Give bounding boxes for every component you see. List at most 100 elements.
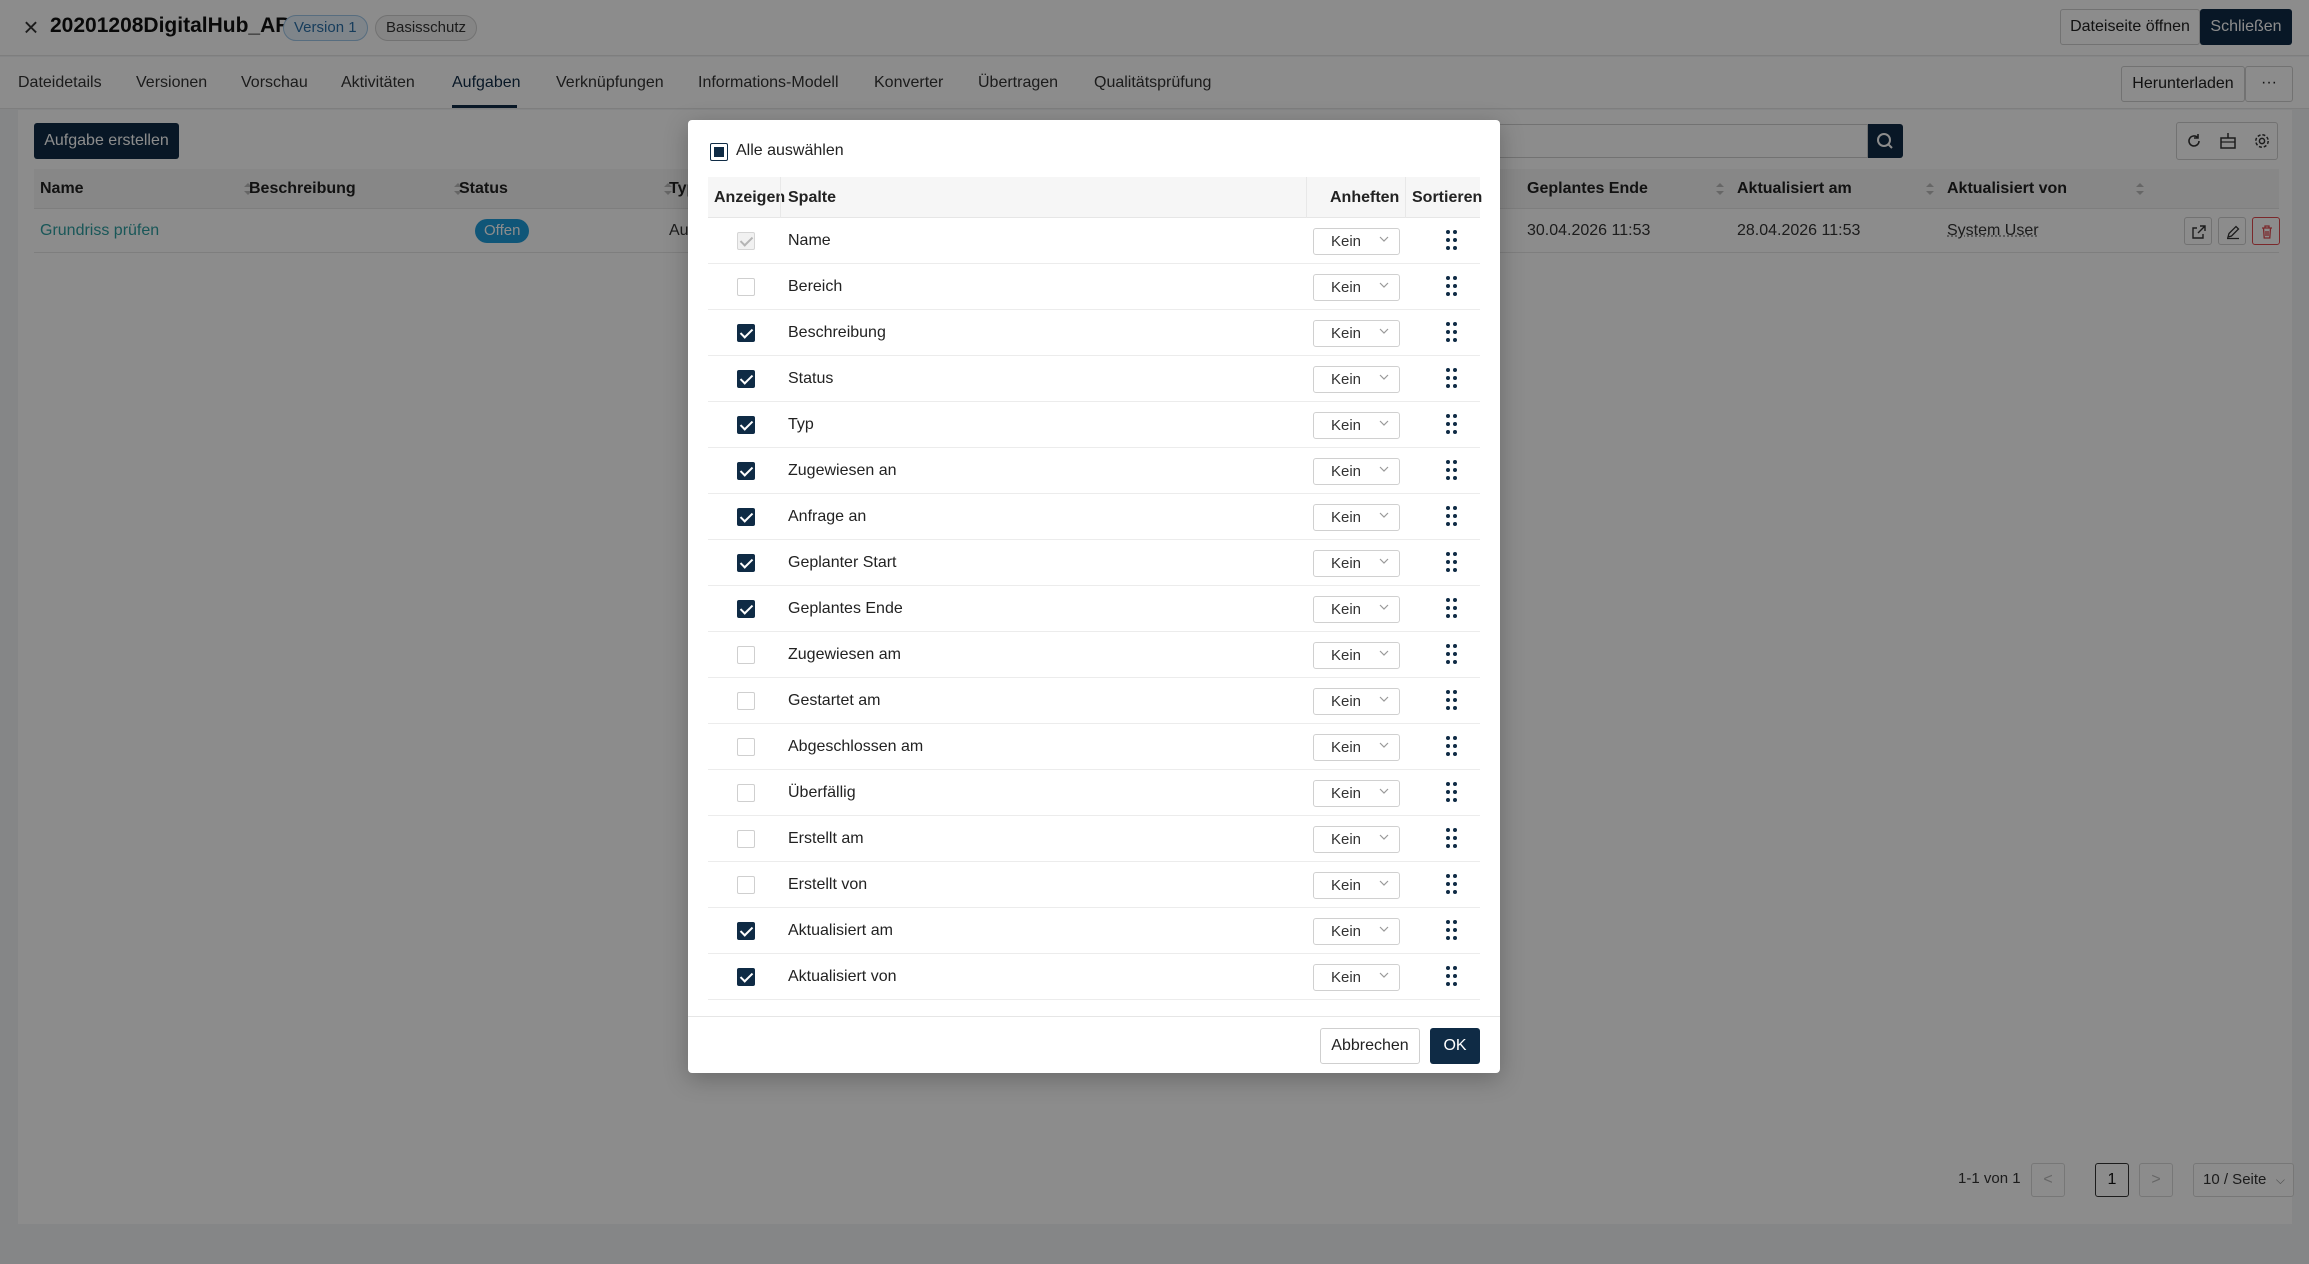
show-column-checkbox[interactable] — [737, 968, 755, 986]
column-row: Zugewiesen am Kein — [708, 632, 1480, 678]
column-row: Geplantes Ende Kein — [708, 586, 1480, 632]
show-column-checkbox[interactable] — [737, 830, 755, 848]
drag-handle-icon[interactable] — [1446, 828, 1458, 850]
drag-handle-icon[interactable] — [1446, 552, 1458, 574]
pin-select[interactable]: Kein — [1313, 458, 1400, 485]
drag-handle-icon[interactable] — [1446, 230, 1458, 252]
header-divider — [780, 177, 781, 218]
column-row: Erstellt von Kein — [708, 862, 1480, 908]
pin-select[interactable]: Kein — [1313, 550, 1400, 577]
drag-handle-icon[interactable] — [1446, 690, 1458, 712]
column-row: Aktualisiert von Kein — [708, 954, 1480, 1000]
pin-select[interactable]: Kein — [1313, 320, 1400, 347]
drag-handle-icon[interactable] — [1446, 276, 1458, 298]
show-column-checkbox[interactable] — [737, 508, 755, 526]
chevron-down-icon — [1379, 328, 1389, 334]
show-column-checkbox[interactable] — [737, 324, 755, 342]
pin-select[interactable]: Kein — [1313, 964, 1400, 991]
chevron-down-icon — [1379, 926, 1389, 932]
pin-select-value: Kein — [1331, 417, 1362, 434]
drag-handle-icon[interactable] — [1446, 460, 1458, 482]
pin-select-value: Kein — [1331, 371, 1362, 388]
ok-button[interactable]: OK — [1430, 1028, 1480, 1064]
pin-select[interactable]: Kein — [1313, 228, 1400, 255]
select-all-checkbox[interactable] — [710, 143, 728, 161]
header-pin: Anheften — [1330, 189, 1400, 206]
column-settings-dialog: Alle auswählen Anzeigen Spalte Anheften … — [688, 120, 1500, 1073]
show-column-checkbox[interactable] — [737, 370, 755, 388]
show-column-checkbox[interactable] — [737, 278, 755, 296]
pin-select-value: Kein — [1331, 969, 1362, 986]
chevron-down-icon — [1379, 374, 1389, 380]
column-row: Zugewiesen an Kein — [708, 448, 1480, 494]
column-label: Aktualisiert am — [788, 922, 893, 939]
pin-select-value: Kein — [1331, 923, 1362, 940]
column-label: Zugewiesen am — [788, 646, 901, 663]
drag-handle-icon[interactable] — [1446, 736, 1458, 758]
chevron-down-icon — [1379, 650, 1389, 656]
pin-select[interactable]: Kein — [1313, 780, 1400, 807]
column-label: Name — [788, 232, 831, 249]
footer-divider — [688, 1016, 1500, 1017]
show-column-checkbox[interactable] — [737, 554, 755, 572]
drag-handle-icon[interactable] — [1446, 920, 1458, 942]
drag-handle-icon[interactable] — [1446, 782, 1458, 804]
drag-handle-icon[interactable] — [1446, 368, 1458, 390]
select-all-label[interactable]: Alle auswählen — [736, 142, 844, 160]
show-column-checkbox[interactable] — [737, 416, 755, 434]
pin-select-value: Kein — [1331, 555, 1362, 572]
show-column-checkbox[interactable] — [737, 922, 755, 940]
pin-select[interactable]: Kein — [1313, 826, 1400, 853]
column-row: Status Kein — [708, 356, 1480, 402]
column-label: Erstellt am — [788, 830, 864, 847]
column-row: Überfällig Kein — [708, 770, 1480, 816]
pin-select[interactable]: Kein — [1313, 734, 1400, 761]
pin-select[interactable]: Kein — [1313, 642, 1400, 669]
header-divider — [1306, 177, 1307, 218]
column-label: Beschreibung — [788, 324, 886, 341]
pin-select[interactable]: Kein — [1313, 504, 1400, 531]
drag-handle-icon[interactable] — [1446, 414, 1458, 436]
column-label: Anfrage an — [788, 508, 867, 525]
show-column-checkbox[interactable] — [737, 692, 755, 710]
column-row: Gestartet am Kein — [708, 678, 1480, 724]
pin-select-value: Kein — [1331, 509, 1362, 526]
show-column-checkbox[interactable] — [737, 738, 755, 756]
column-label: Bereich — [788, 278, 843, 295]
chevron-down-icon — [1379, 466, 1389, 472]
pin-select[interactable]: Kein — [1313, 366, 1400, 393]
show-column-checkbox[interactable] — [737, 600, 755, 618]
pin-select[interactable]: Kein — [1313, 688, 1400, 715]
column-row: Typ Kein — [708, 402, 1480, 448]
pin-select[interactable]: Kein — [1313, 596, 1400, 623]
show-column-checkbox[interactable] — [737, 876, 755, 894]
pin-select-value: Kein — [1331, 739, 1362, 756]
column-label: Überfällig — [788, 784, 856, 801]
chevron-down-icon — [1379, 742, 1389, 748]
pin-select-value: Kein — [1331, 831, 1362, 848]
column-row: Erstellt am Kein — [708, 816, 1480, 862]
chevron-down-icon — [1379, 788, 1389, 794]
pin-select-value: Kein — [1331, 279, 1362, 296]
cancel-button[interactable]: Abbrechen — [1320, 1028, 1420, 1064]
show-column-checkbox[interactable] — [737, 462, 755, 480]
pin-select[interactable]: Kein — [1313, 872, 1400, 899]
pin-select[interactable]: Kein — [1313, 274, 1400, 301]
show-column-checkbox[interactable] — [737, 784, 755, 802]
show-column-checkbox[interactable] — [737, 646, 755, 664]
chevron-down-icon — [1379, 972, 1389, 978]
pin-select[interactable]: Kein — [1313, 918, 1400, 945]
pin-select[interactable]: Kein — [1313, 412, 1400, 439]
drag-handle-icon[interactable] — [1446, 322, 1458, 344]
drag-handle-icon[interactable] — [1446, 506, 1458, 528]
header-column: Spalte — [788, 189, 837, 206]
drag-handle-icon[interactable] — [1446, 966, 1458, 988]
column-row: Beschreibung Kein — [708, 310, 1480, 356]
pin-select-value: Kein — [1331, 785, 1362, 802]
pin-select-value: Kein — [1331, 463, 1362, 480]
header-divider — [1405, 177, 1406, 218]
column-label: Abgeschlossen am — [788, 738, 924, 755]
drag-handle-icon[interactable] — [1446, 874, 1458, 896]
drag-handle-icon[interactable] — [1446, 644, 1458, 666]
drag-handle-icon[interactable] — [1446, 598, 1458, 620]
